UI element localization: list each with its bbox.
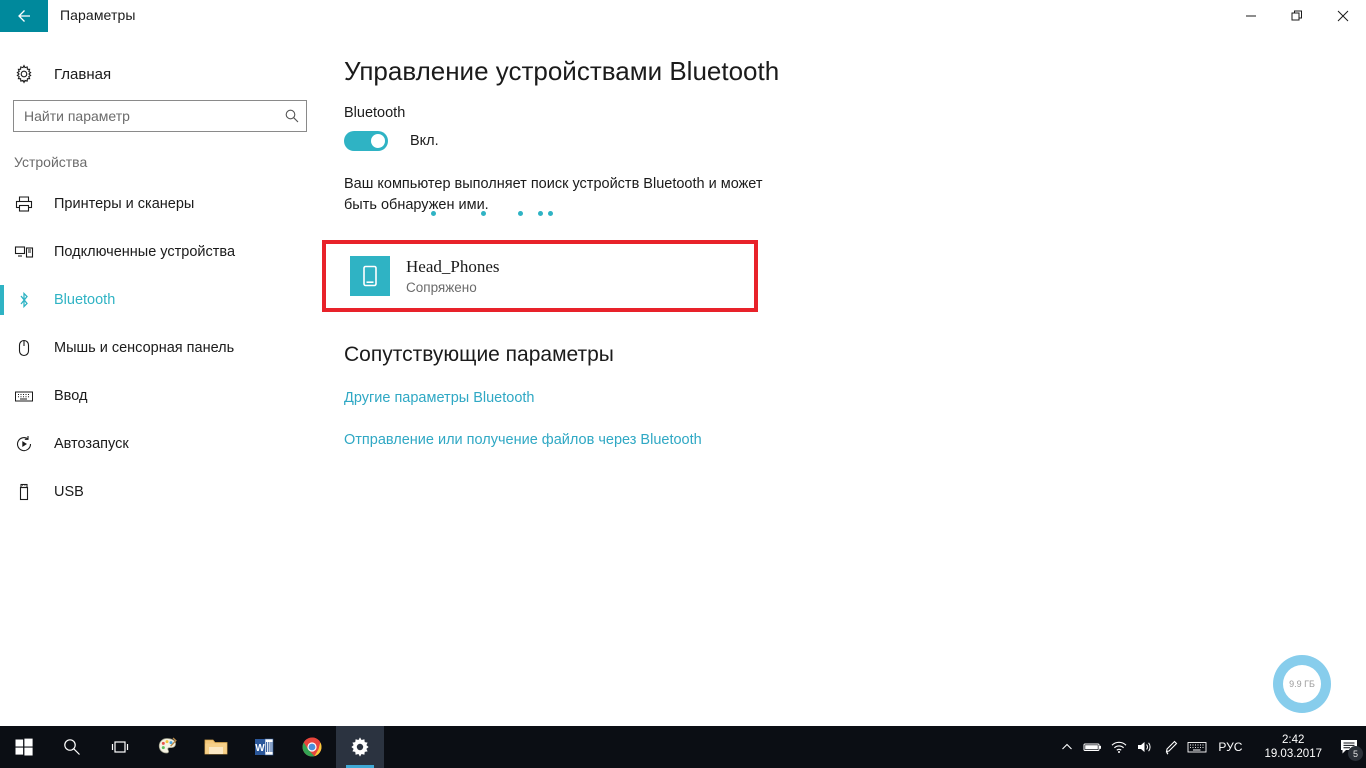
minimize-button[interactable] <box>1228 0 1274 32</box>
back-arrow-icon <box>18 10 30 22</box>
chevron-up-icon <box>1062 743 1073 750</box>
sidebar-item-bluetooth[interactable]: Bluetooth <box>0 276 320 324</box>
bluetooth-toggle-row: Вкл. <box>344 131 439 151</box>
device-name: Head_Phones <box>406 257 500 276</box>
language-indicator[interactable]: РУС <box>1210 740 1254 754</box>
taskbar-search-button[interactable] <box>48 726 96 768</box>
window-controls <box>1228 0 1366 32</box>
progress-dot <box>518 211 523 216</box>
link-send-receive-files[interactable]: Отправление или получение файлов через B… <box>344 432 702 448</box>
clock-date: 19.03.2017 <box>1264 748 1322 760</box>
scanning-progress-dots <box>344 208 804 220</box>
search-icon <box>64 739 80 755</box>
sidebar-item-autoplay[interactable]: Автозапуск <box>0 420 320 468</box>
main-content: Управление устройствами Bluetooth Blueto… <box>322 32 1366 722</box>
gear-icon <box>351 737 369 757</box>
gear-icon <box>14 64 46 84</box>
close-icon <box>1337 10 1349 22</box>
action-center-button[interactable]: 5 <box>1332 726 1366 768</box>
word-app-button[interactable]: W <box>240 726 288 768</box>
sidebar-home-label: Главная <box>54 65 112 83</box>
svg-text:W: W <box>255 743 265 754</box>
progress-dot <box>481 211 486 216</box>
search-input[interactable] <box>14 108 278 124</box>
volume-icon[interactable] <box>1132 726 1158 768</box>
link-more-bluetooth-options[interactable]: Другие параметры Bluetooth <box>344 390 534 406</box>
sidebar-item-home[interactable]: Главная <box>0 54 320 94</box>
close-button[interactable] <box>1320 0 1366 32</box>
minimize-icon <box>1246 15 1256 17</box>
chrome-app-button[interactable] <box>288 726 336 768</box>
file-explorer-button[interactable] <box>192 726 240 768</box>
sidebar-item-connected-devices[interactable]: Подключенные устройства <box>0 228 320 276</box>
title-bar: Параметры <box>0 0 1366 32</box>
task-view-button[interactable] <box>96 726 144 768</box>
bluetooth-device-card[interactable]: Head_Phones Сопряжено <box>322 240 758 312</box>
wifi-icon[interactable] <box>1106 726 1132 768</box>
clock[interactable]: 2:42 19.03.2017 <box>1254 733 1332 761</box>
notification-badge: 5 <box>1348 746 1363 761</box>
sidebar-item-label: USB <box>54 484 84 500</box>
sidebar-item-label: Автозапуск <box>54 436 129 452</box>
device-status: Сопряжено <box>406 280 477 295</box>
word-icon: W <box>255 738 274 756</box>
search-icon[interactable] <box>278 108 306 124</box>
bluetooth-icon <box>14 290 48 310</box>
start-button[interactable] <box>0 726 48 768</box>
sidebar: Главная Устройства <box>0 32 320 722</box>
bluetooth-section-label: Bluetooth <box>344 105 406 121</box>
device-text-block: Head_Phones Сопряжено <box>406 257 499 295</box>
connected-devices-icon <box>14 242 48 262</box>
disk-gauge-inner: 9.9 ГБ <box>1283 665 1321 703</box>
settings-app-button[interactable] <box>336 726 384 768</box>
toggle-knob <box>371 134 385 148</box>
sidebar-item-typing[interactable]: Ввод <box>0 372 320 420</box>
progress-dot <box>548 211 553 216</box>
progress-dot <box>538 211 543 216</box>
sidebar-item-mouse-touchpad[interactable]: Мышь и сенсорная панель <box>0 324 320 372</box>
sidebar-item-label: Bluetooth <box>54 292 116 308</box>
show-hidden-icons-button[interactable] <box>1054 726 1080 768</box>
disk-space-value: 9.9 ГБ <box>1289 679 1315 689</box>
sidebar-item-label: Принтеры и сканеры <box>54 196 195 212</box>
paint-app-button[interactable] <box>144 726 192 768</box>
sidebar-group-title: Устройства <box>14 154 88 170</box>
sidebar-item-label: Мышь и сенсорная панель <box>54 340 235 356</box>
windows-logo-icon <box>15 738 33 756</box>
maximize-button[interactable] <box>1274 0 1320 32</box>
chrome-icon <box>302 737 322 757</box>
sidebar-item-label: Подключенные устройства <box>54 244 236 260</box>
settings-window: Параметры Главная Найти параметр Устройс… <box>0 0 1366 768</box>
sidebar-item-usb[interactable]: USB <box>0 468 320 516</box>
sidebar-item-printers[interactable]: Принтеры и сканеры <box>0 180 320 228</box>
bluetooth-toggle-state: Вкл. <box>410 133 439 149</box>
back-button[interactable] <box>0 0 48 32</box>
task-view-icon <box>111 741 129 753</box>
taskbar: W РУС 2:42 19.03.2017 5 <box>0 726 1366 768</box>
usb-icon <box>14 482 48 502</box>
paint-icon <box>158 737 177 754</box>
sidebar-item-label: Ввод <box>54 388 88 404</box>
page-title: Управление устройствами Bluetooth <box>344 56 780 86</box>
keyboard-icon <box>14 386 48 406</box>
restore-icon <box>1291 10 1302 21</box>
bluetooth-toggle[interactable] <box>344 131 388 151</box>
window-title: Параметры <box>60 7 136 23</box>
disk-space-gauge[interactable]: 9.9 ГБ <box>1273 655 1331 713</box>
folder-icon <box>204 739 228 755</box>
mouse-icon <box>14 338 48 358</box>
battery-icon[interactable] <box>1080 726 1106 768</box>
sidebar-nav: Принтеры и сканеры Подключенные устройст… <box>0 180 320 516</box>
system-tray: РУС 2:42 19.03.2017 5 <box>1054 726 1366 768</box>
pen-icon[interactable] <box>1158 726 1184 768</box>
clock-time: 2:42 <box>1282 734 1305 746</box>
phone-device-icon <box>350 256 390 296</box>
autoplay-icon <box>14 434 48 454</box>
search-box[interactable] <box>13 100 307 132</box>
printer-icon <box>14 194 48 214</box>
touch-keyboard-icon[interactable] <box>1184 726 1210 768</box>
related-settings-title: Сопутствующие параметры <box>344 343 614 366</box>
progress-dot <box>431 211 436 216</box>
